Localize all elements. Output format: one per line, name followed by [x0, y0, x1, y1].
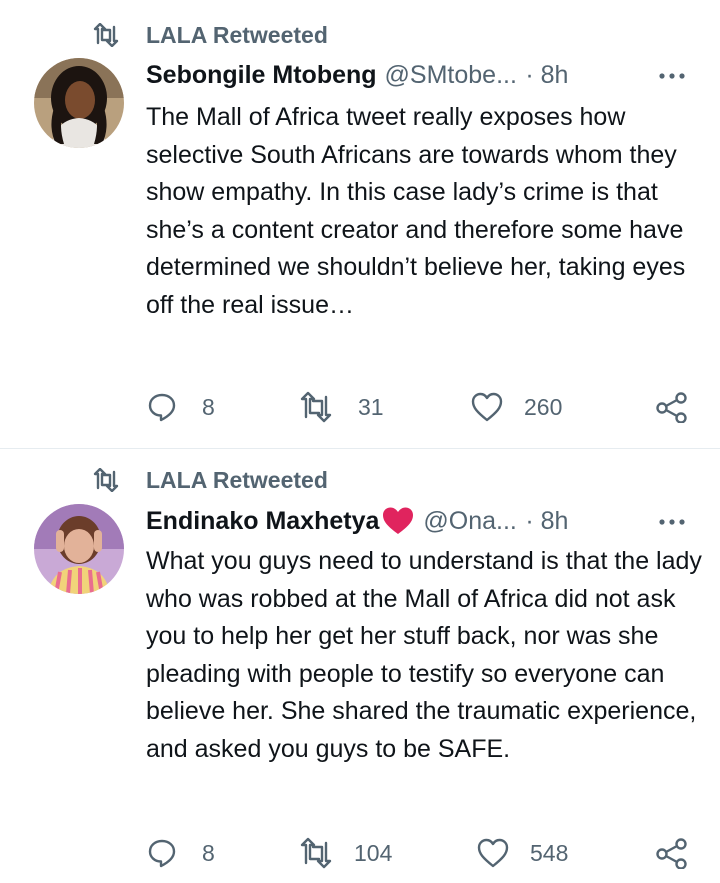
- red-heart-emoji-icon: [383, 507, 414, 534]
- retweeted-by-label: LALA Retweeted: [146, 22, 328, 48]
- retweet-icon: [93, 23, 119, 47]
- tweet-actions: 8 104 548: [146, 833, 706, 873]
- reply-button[interactable]: 8: [146, 833, 236, 873]
- retweet-button[interactable]: 31: [298, 387, 398, 427]
- reply-icon: [148, 839, 176, 868]
- share-button[interactable]: [654, 387, 690, 427]
- retweet-count: 31: [358, 394, 384, 420]
- share-icon: [656, 392, 687, 423]
- tweet-header: Endinako Maxhetya @Ona... · 8h: [146, 505, 706, 537]
- author-name[interactable]: Endinako Maxhetya: [146, 507, 379, 535]
- tweet-actions: 8 31 260: [146, 387, 706, 427]
- like-count: 260: [524, 394, 563, 420]
- tweet-text: The Mall of Africa tweet really exposes …: [146, 103, 686, 319]
- avatar[interactable]: [34, 504, 124, 594]
- tweet-time[interactable]: · 8h: [525, 507, 568, 535]
- tweet-time[interactable]: · 8h: [525, 61, 568, 89]
- retweet-context: LALA Retweeted: [0, 20, 720, 50]
- reply-count: 8: [202, 394, 215, 420]
- reply-count: 8: [202, 840, 215, 866]
- like-button[interactable]: 260: [470, 387, 580, 427]
- author-name[interactable]: Sebongile Mtobeng: [146, 61, 377, 89]
- retweet-icon: [93, 468, 119, 492]
- share-button[interactable]: [654, 833, 690, 873]
- tweet[interactable]: LALA Retweeted Sebongile Mtobeng @SMtobe.…: [0, 0, 720, 448]
- author-handle[interactable]: @Ona...: [423, 507, 516, 535]
- more-options-icon[interactable]: [652, 59, 692, 91]
- tweet[interactable]: LALA Retweeted Endinako Maxhetya @Ona...…: [0, 449, 720, 883]
- more-options-icon[interactable]: [652, 505, 692, 537]
- retweet-icon: [300, 391, 332, 423]
- tweet-header: Sebongile Mtobeng @SMtobe... · 8h: [146, 59, 706, 91]
- tweet-text: What you guys need to understand is that…: [146, 547, 702, 763]
- share-icon: [656, 838, 687, 869]
- author-handle[interactable]: @SMtobe...: [385, 61, 517, 89]
- reply-button[interactable]: 8: [146, 387, 236, 427]
- heart-icon: [471, 392, 503, 422]
- retweet-count: 104: [354, 840, 393, 866]
- like-button[interactable]: 548: [476, 833, 586, 873]
- avatar[interactable]: [34, 58, 124, 148]
- heart-icon: [477, 838, 509, 868]
- like-count: 548: [530, 840, 569, 866]
- retweet-icon: [300, 837, 332, 869]
- reply-icon: [148, 393, 176, 422]
- retweet-context: LALA Retweeted: [0, 465, 720, 495]
- retweeted-by-label: LALA Retweeted: [146, 467, 328, 493]
- retweet-button[interactable]: 104: [298, 833, 408, 873]
